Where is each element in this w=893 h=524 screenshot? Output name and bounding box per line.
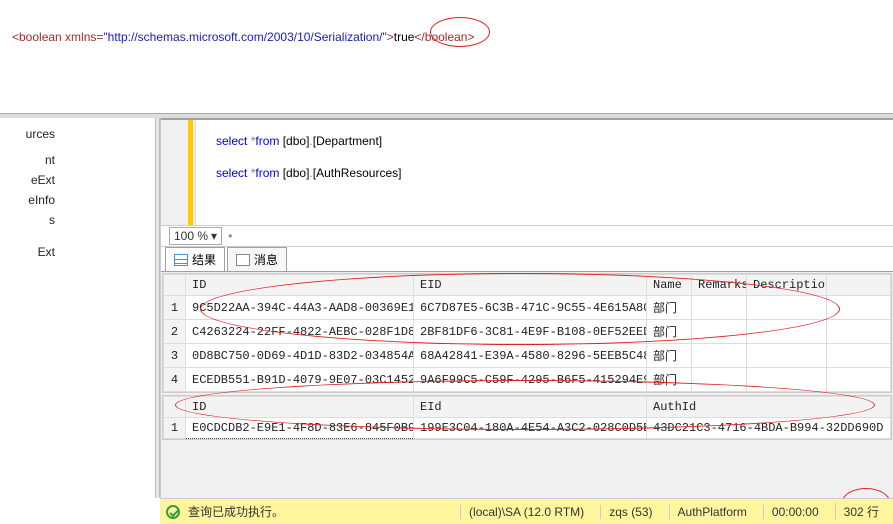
sql-editor[interactable]: select *from [dbo].[Department] select *… [161,120,893,225]
status-message: 查询已成功执行。 [188,503,284,520]
object-explorer-fragment[interactable]: urces nteExteInfos Ext [0,118,55,498]
result-tabs: 结果 消息 [161,247,893,272]
status-bar: 查询已成功执行。 (local)\SA (12.0 RTM) zqs (53) … [160,498,893,524]
sql-panel: select *from [dbo].[Department] select *… [160,118,893,498]
results-area: ID EID Name Remarks Description 19C5D22A… [161,272,893,498]
tree-item[interactable]: s [0,210,55,230]
table-row[interactable]: 4ECEDB551-B91D-4079-9E07-03C1452961CE9A6… [164,368,891,392]
zoom-dropdown[interactable]: 100 % ▾ [169,227,222,245]
xml-source: <boolean xmlns="http://schemas.microsoft… [12,30,474,45]
table-header-row[interactable]: ID EID Name Remarks Description [164,275,891,296]
success-icon [166,505,180,519]
sql-code[interactable]: select *from [dbo].[Department] select *… [196,120,401,225]
message-icon [236,254,250,266]
table-row[interactable]: 1E0CDCDB2-E9E1-4F8D-83E6-845F0B95620A199… [164,418,891,439]
tab-results[interactable]: 结果 [165,247,225,271]
editor-change-marker [188,120,193,225]
tree-item[interactable]: eInfo [0,190,55,210]
table-row[interactable]: 30D8BC750-0D69-4D1D-83D2-034854A95D3568A… [164,344,891,368]
tab-messages[interactable]: 消息 [227,247,287,271]
tree-item[interactable]: eExt [0,170,55,190]
zoom-marker-icon: • [228,229,232,243]
tree-item[interactable]: nt [0,150,55,170]
xml-style-note: This XML file does not appear to have an… [0,0,893,3]
status-server: (local)\SA (12.0 RTM) [460,505,592,519]
status-db: AuthPlatform [669,505,755,519]
status-rows: 302 行 [835,503,887,520]
grid-icon [174,254,188,266]
tree-item[interactable]: Ext [0,242,55,262]
status-time: 00:00:00 [763,505,827,519]
grid-2[interactable]: ID EId AuthId 1E0CDCDB2-E9E1-4F8D-83E6-8… [162,395,892,440]
zoom-bar: 100 % ▾ • [161,225,893,247]
chevron-down-icon: ▾ [211,229,217,243]
table-header-row[interactable]: ID EId AuthId [164,397,891,418]
table-row[interactable]: 2C4263224-22FF-4822-AEBC-028F1D82F4B52BF… [164,320,891,344]
table-row[interactable]: 19C5D22AA-394C-44A3-AAD8-00369E1F5B866C7… [164,296,891,320]
grid-1[interactable]: ID EID Name Remarks Description 19C5D22A… [162,273,892,393]
status-user: zqs (53) [600,505,660,519]
tree-item[interactable]: urces [0,124,55,144]
